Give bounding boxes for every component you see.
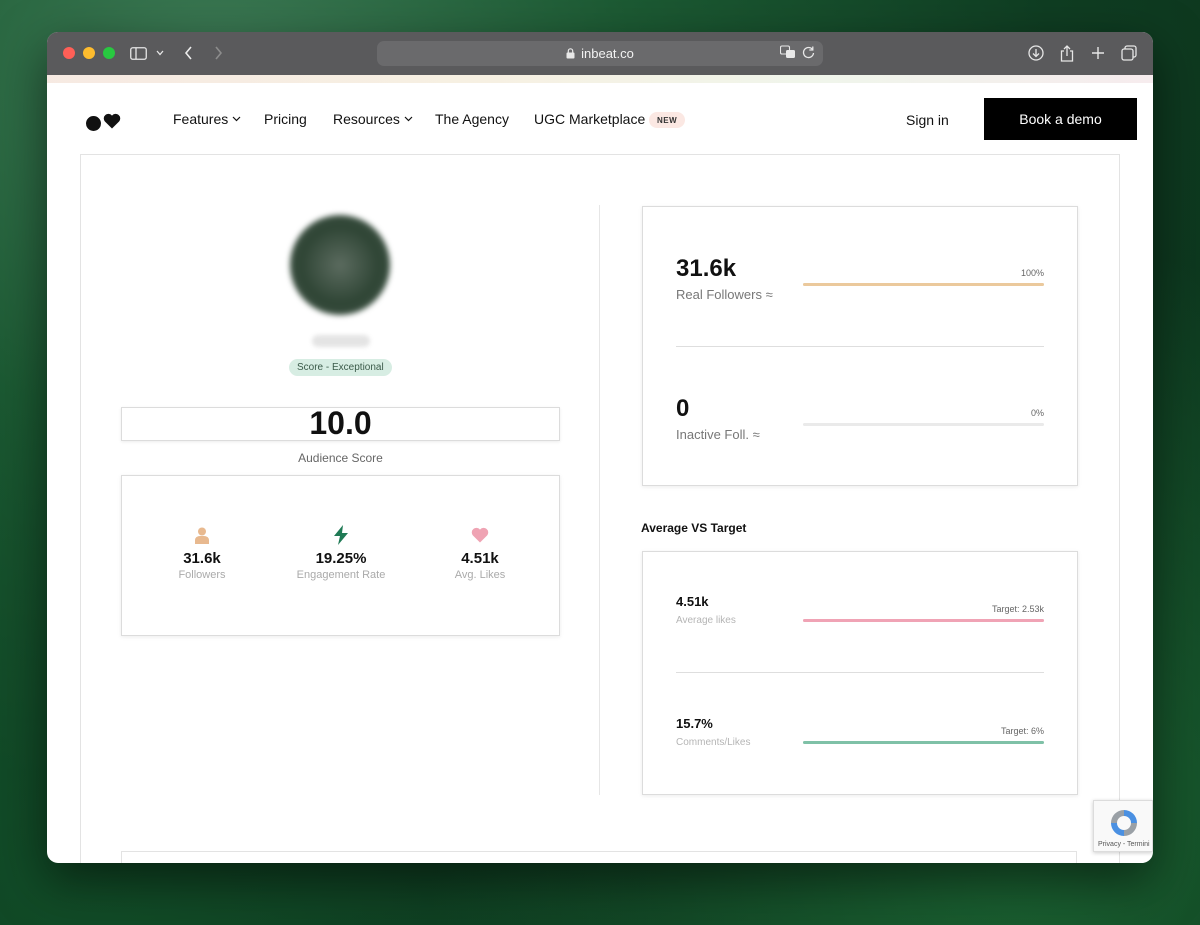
book-demo-button[interactable]: Book a demo [984,98,1137,140]
chevron-down-icon [404,116,413,122]
card-divider [676,672,1044,673]
inactive-followers-value: 0 [676,395,690,422]
avg-likes-label: Avg. Likes [454,569,506,581]
back-icon[interactable] [177,42,199,64]
logo-heart-icon [103,113,121,134]
nav-ugc-marketplace[interactable]: UGC Marketplace [534,111,645,127]
window-controls [63,47,115,59]
profile-report: Score - Exceptional 10.0 Audience Score … [80,154,1120,863]
column-divider [599,205,600,795]
new-badge: NEW [649,112,686,128]
real-followers-bar [803,283,1044,286]
lightning-icon [271,524,411,546]
translate-icon[interactable] [779,45,796,62]
avatar [290,215,390,315]
engagement-label: Engagement Rate [296,569,386,581]
browser-window: inbeat.co Features Pricing Resources The… [47,32,1153,863]
new-tab-icon[interactable] [1087,42,1109,64]
comments-bar [803,741,1044,744]
comments-likes-value: 15.7% [676,716,713,731]
followers-value: 31.6k [183,550,221,567]
followers-label: Followers [178,569,226,581]
comments-target: Target: 6% [1000,726,1044,736]
inactive-followers-bar [803,423,1044,426]
comments-bar-fill [803,741,1044,744]
nav-pricing[interactable]: Pricing [264,111,307,127]
browser-toolbar: inbeat.co [47,32,1153,75]
download-icon[interactable] [1025,42,1047,64]
followers-quality-card: 31.6k Real Followers ≈ 100% 0 Inactive F… [642,206,1078,486]
lock-icon [566,48,575,59]
stat-followers: 31.6k Followers [132,524,272,581]
nav-agency-label: The Agency [435,111,509,127]
stat-avg-likes: 4.51k Avg. Likes [410,524,550,581]
average-likes-label: Average likes [676,615,736,626]
reload-icon[interactable] [802,45,815,62]
share-icon[interactable] [1056,42,1078,64]
nav-pricing-label: Pricing [264,111,307,127]
close-window-button[interactable] [63,47,75,59]
likes-bar [803,619,1044,622]
next-section-card [121,851,1077,863]
stat-engagement: 19.25% Engagement Rate [271,524,411,581]
nav-features-label: Features [173,111,229,127]
zoom-window-button[interactable] [103,47,115,59]
tab-overview-icon[interactable] [1118,42,1140,64]
inactive-followers-percent: 0% [1030,408,1044,418]
forward-icon[interactable] [207,42,229,64]
minimize-window-button[interactable] [83,47,95,59]
real-followers-value: 31.6k [676,255,737,282]
chevron-down-icon[interactable] [149,42,171,64]
nav-features[interactable]: Features [173,111,241,127]
inbeat-logo[interactable] [86,113,121,134]
recaptcha-text[interactable]: Privacy - Termini [1098,841,1150,848]
nav-ugc-label: UGC Marketplace [534,111,646,127]
site-nav: Features Pricing Resources The Agency UG… [47,83,1153,155]
audience-score-value: 10.0 [309,405,372,441]
audience-score-label: Audience Score [298,451,383,465]
comments-likes-label: Comments/Likes [676,737,751,748]
nav-resources[interactable]: Resources [333,111,413,127]
inactive-followers-label: Inactive Foll. ≈ [676,427,760,442]
address-bar[interactable]: inbeat.co [377,41,823,66]
likes-bar-fill [803,619,1044,622]
avg-likes-value: 4.51k [461,550,499,567]
logo-dot-icon [86,116,101,131]
score-badge: Score - Exceptional [289,359,392,376]
person-icon [132,524,272,546]
chevron-down-icon [232,116,241,122]
real-followers-percent: 100% [1020,268,1044,278]
stats-card: 31.6k Followers 19.25% Engagement Rate 4… [121,475,560,636]
page-top-tint [47,75,1153,83]
card-divider [676,346,1044,347]
real-followers-bar-fill [803,283,1044,286]
nav-resources-label: Resources [333,111,400,127]
heart-icon [410,524,550,546]
engagement-value: 19.25% [315,550,367,567]
recaptcha-badge[interactable]: Privacy - Termini [1093,800,1153,852]
blurred-username [312,335,370,347]
recaptcha-icon [1108,807,1140,844]
sign-in-link[interactable]: Sign in [906,112,949,128]
average-likes-value: 4.51k [676,594,709,609]
nav-agency[interactable]: The Agency [435,111,509,127]
likes-target: Target: 2.53k [991,604,1044,614]
average-vs-target-title: Average VS Target [641,521,747,535]
real-followers-label: Real Followers ≈ [676,287,773,302]
average-vs-target-card: 4.51k Average likes Target: 2.53k 15.7% … [642,551,1078,795]
sidebar-icon[interactable] [127,42,149,64]
url-text: inbeat.co [581,46,634,61]
